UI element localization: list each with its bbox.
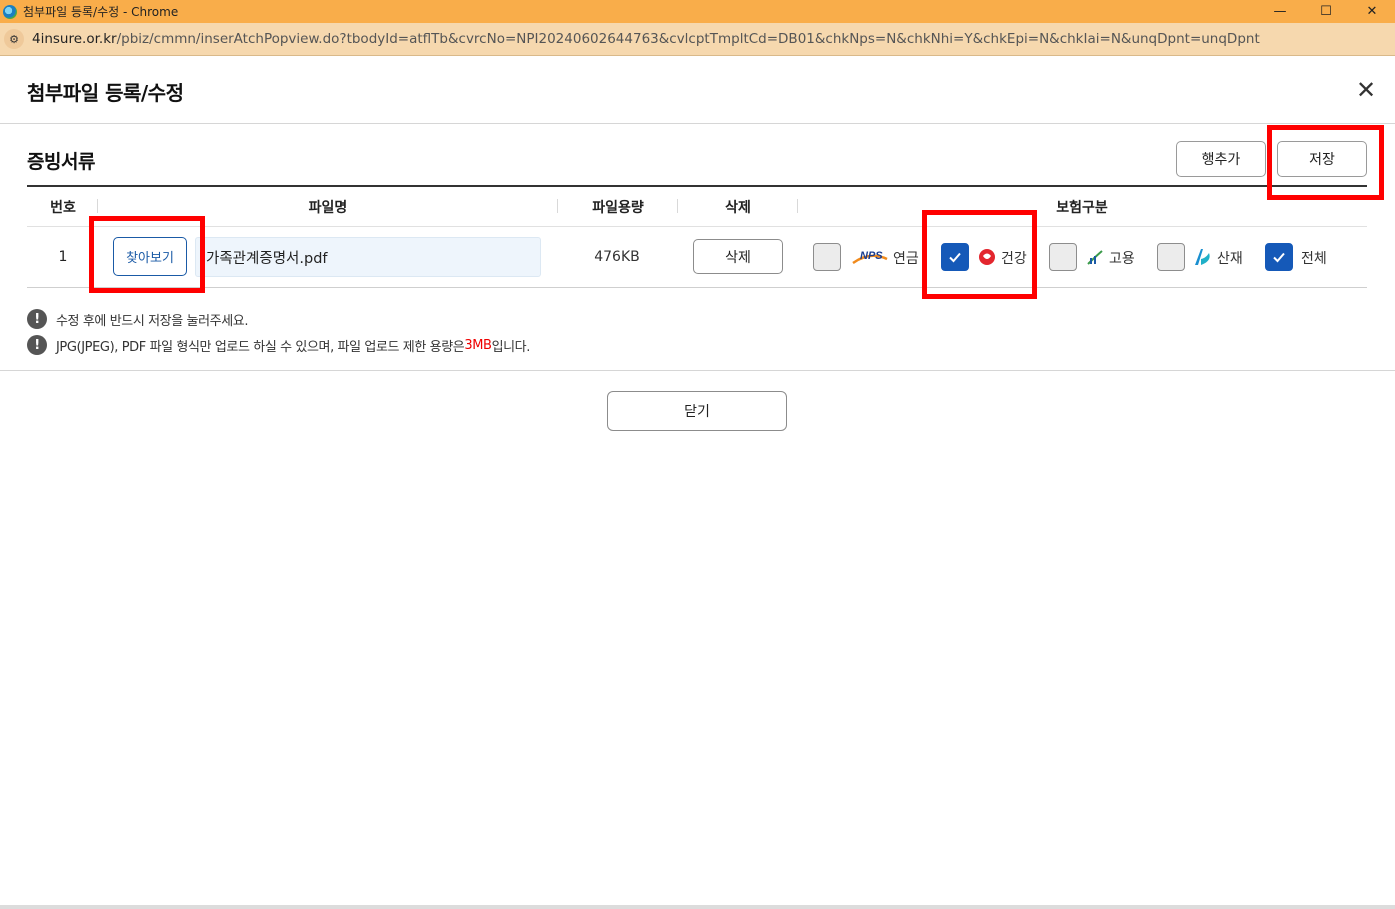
popup-header: 첨부파일 등록/수정 ✕ xyxy=(0,56,1395,124)
header-insurance: 보험구분 xyxy=(1056,200,1108,216)
minimize-button[interactable]: — xyxy=(1257,0,1303,23)
header-delete: 삭제 xyxy=(725,200,751,216)
checkbox-industrial[interactable] xyxy=(1157,243,1185,271)
file-name-field[interactable]: 가족관계증명서.pdf xyxy=(195,237,541,277)
check-icon xyxy=(1273,252,1285,263)
insurance-label-all: 전체 xyxy=(1301,251,1327,267)
header-number: 번호 xyxy=(50,200,76,216)
row-number: 1 xyxy=(58,249,68,265)
size-limit: 3MB xyxy=(464,337,492,353)
check-icon xyxy=(949,252,961,263)
browse-button[interactable]: 찾아보기 xyxy=(113,237,187,276)
exclamation-icon: ! xyxy=(27,335,47,355)
url-path: /pbiz/cmmn/inserAtchPopview.do?tbodyId=a… xyxy=(116,31,1260,47)
delete-button[interactable]: 삭제 xyxy=(693,239,783,274)
header-file-name: 파일명 xyxy=(308,200,348,216)
checkbox-pension[interactable] xyxy=(813,243,841,271)
file-size: 476KB xyxy=(594,249,640,265)
table-row-border xyxy=(27,287,1367,288)
insurance-label-employment: 고용 xyxy=(1109,251,1135,267)
header-separator xyxy=(797,199,798,213)
checkbox-employment[interactable] xyxy=(1049,243,1077,271)
save-button[interactable]: 저장 xyxy=(1277,141,1367,177)
header-separator xyxy=(557,199,558,213)
insurance-label-pension: 연금 xyxy=(893,251,919,267)
table-top-border xyxy=(27,185,1367,187)
header-file-size: 파일용량 xyxy=(592,200,644,216)
footer-divider xyxy=(0,370,1395,371)
window-bottom-edge xyxy=(0,905,1395,909)
checkbox-all[interactable] xyxy=(1265,243,1293,271)
checkbox-health[interactable] xyxy=(941,243,969,271)
insurance-label-health: 건강 xyxy=(1001,251,1027,267)
app-logo-icon xyxy=(3,4,17,19)
insurance-label-industrial: 산재 xyxy=(1217,251,1243,267)
nps-logo-icon: NPS xyxy=(851,247,889,267)
header-separator xyxy=(677,199,678,213)
note-file-limit: ! JPG(JPEG), PDF 파일 형식만 업로드 하실 수 있으며, 파일… xyxy=(27,335,530,355)
window-title: 첨부파일 등록/수정 - Chrome xyxy=(23,5,179,19)
close-icon[interactable]: ✕ xyxy=(1354,78,1378,102)
note-text: 수정 후에 반드시 저장을 눌러주세요. xyxy=(56,313,249,329)
note-text: JPG(JPEG), PDF 파일 형식만 업로드 하실 수 있으며, 파일 업… xyxy=(56,339,465,355)
url-text[interactable]: 4insure.or.kr/pbiz/cmmn/inserAtchPopview… xyxy=(32,31,1260,47)
exclamation-icon: ! xyxy=(27,309,47,329)
note-save-reminder: ! 수정 후에 반드시 저장을 눌러주세요. xyxy=(27,309,248,329)
industrial-logo-icon xyxy=(1192,247,1214,267)
site-settings-icon[interactable]: ⚙ xyxy=(4,29,24,49)
url-domain: 4insure.or.kr xyxy=(32,31,117,47)
note-text-end: 입니다. xyxy=(491,339,531,355)
section-title: 증빙서류 xyxy=(27,151,95,173)
address-bar[interactable]: ⚙ 4insure.or.kr/pbiz/cmmn/inserAtchPopvi… xyxy=(0,23,1395,56)
table-header-border xyxy=(27,226,1367,227)
browser-titlebar: 첨부파일 등록/수정 - Chrome — ☐ ✕ xyxy=(0,0,1395,23)
popup-title: 첨부파일 등록/수정 xyxy=(27,81,184,105)
svg-text:NPS: NPS xyxy=(860,250,883,262)
add-row-button[interactable]: 행추가 xyxy=(1176,141,1266,177)
window-close-button[interactable]: ✕ xyxy=(1349,0,1395,23)
close-button[interactable]: 닫기 xyxy=(607,391,787,431)
header-separator xyxy=(97,199,98,213)
employment-logo-icon xyxy=(1085,247,1105,267)
window-controls: — ☐ ✕ xyxy=(1257,0,1395,23)
health-logo-icon xyxy=(977,247,997,267)
maximize-button[interactable]: ☐ xyxy=(1303,0,1349,23)
